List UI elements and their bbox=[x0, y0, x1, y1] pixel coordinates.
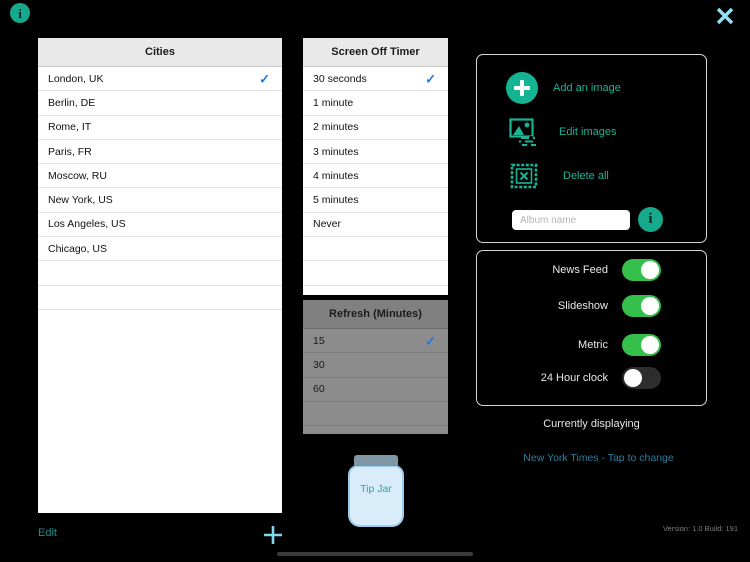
delete-all-label: Delete all bbox=[563, 170, 609, 182]
tip-jar-button[interactable]: Tip Jar bbox=[345, 455, 407, 527]
info-icon-glyph: i bbox=[18, 5, 22, 21]
toggle-row-metric: Metric bbox=[477, 332, 706, 358]
city-row-label: Chicago, US bbox=[48, 242, 107, 255]
toggle-knob bbox=[624, 369, 642, 387]
delete-all-button[interactable]: Delete all bbox=[507, 159, 609, 193]
tip-jar-label: Tip Jar bbox=[360, 483, 392, 495]
version-label: Version: 1.0 Build: 191 bbox=[662, 524, 738, 533]
refresh-option-row-label: 15 bbox=[313, 334, 325, 347]
refresh-option-row[interactable]: 60 bbox=[303, 378, 448, 402]
city-row[interactable]: Los Angeles, US bbox=[38, 213, 282, 238]
timer-option-row[interactable]: 2 minutes bbox=[303, 116, 448, 140]
cities-panel-title: Cities bbox=[38, 38, 282, 67]
city-row[interactable]: Moscow, RU bbox=[38, 164, 282, 189]
refresh-minutes-list: 15 ✓ 30 60 bbox=[303, 329, 448, 434]
checkmark-icon: ✓ bbox=[259, 71, 270, 87]
edit-images-button[interactable]: Edit images bbox=[507, 115, 616, 149]
toggle-row-24-hour-clock: 24 Hour clock bbox=[477, 365, 706, 391]
timer-option-row-label: 3 minutes bbox=[313, 145, 359, 158]
city-row[interactable]: Berlin, DE bbox=[38, 91, 282, 116]
city-row[interactable]: London, UK ✓ bbox=[38, 67, 282, 92]
city-row[interactable]: Rome, IT bbox=[38, 116, 282, 140]
settings-screen: i Cities London, UK ✓ Berlin, DE Rome, IT Pa… bbox=[0, 0, 750, 562]
edit-cities-button[interactable]: Edit bbox=[38, 527, 57, 539]
refresh-option-row-label: 60 bbox=[313, 383, 325, 396]
timer-option-row-label: 2 minutes bbox=[313, 121, 359, 134]
toggle-knob bbox=[641, 297, 659, 315]
refresh-option-row[interactable]: 30 bbox=[303, 353, 448, 378]
toggle-switch[interactable] bbox=[622, 259, 661, 281]
timer-option-empty-row bbox=[303, 237, 448, 262]
add-an-image-button[interactable]: Add an image bbox=[505, 71, 621, 105]
toggle-knob bbox=[641, 261, 659, 279]
close-icon[interactable] bbox=[712, 3, 738, 29]
album-info-icon[interactable]: i bbox=[638, 207, 663, 232]
tip-jar-body bbox=[348, 465, 404, 527]
toggle-row-slideshow: Slideshow bbox=[477, 293, 706, 319]
image-actions-card: Add an image Edit images Delete all Albu… bbox=[476, 54, 707, 243]
city-row-label: Berlin, DE bbox=[48, 96, 96, 109]
toggle-label: 24 Hour clock bbox=[540, 372, 608, 384]
timer-option-row-label: 30 seconds bbox=[313, 72, 367, 85]
plus-circle-icon bbox=[505, 71, 539, 105]
toggle-switch[interactable] bbox=[622, 334, 661, 356]
cities-panel: Cities London, UK ✓ Berlin, DE Rome, IT Pari… bbox=[38, 38, 282, 513]
timer-option-row[interactable]: 5 minutes bbox=[303, 188, 448, 213]
news-feed-change-link[interactable]: New York Times - Tap to change bbox=[476, 452, 721, 464]
refresh-option-row-label: 30 bbox=[313, 358, 325, 371]
screen-off-timer-list: 30 seconds ✓ 1 minute 2 minutes 3 minutes 4 m… bbox=[303, 67, 448, 286]
album-info-icon-glyph: i bbox=[648, 211, 653, 227]
city-row-label: New York, US bbox=[48, 194, 113, 207]
refresh-option-row[interactable]: 15 ✓ bbox=[303, 329, 448, 354]
city-row[interactable]: Chicago, US bbox=[38, 237, 282, 262]
toggle-knob bbox=[641, 336, 659, 354]
refresh-option-empty-row bbox=[303, 426, 448, 434]
feature-toggles-card: News Feed Slideshow Metric 24 Hour clock bbox=[476, 250, 707, 406]
photo-edit-icon bbox=[507, 115, 541, 149]
timer-option-row[interactable]: 30 seconds ✓ bbox=[303, 67, 448, 92]
timer-option-row-label: 1 minute bbox=[313, 96, 354, 109]
refresh-minutes-panel: Refresh (Minutes) 15 ✓ 30 60 bbox=[303, 300, 448, 434]
timer-option-row[interactable]: 1 minute bbox=[303, 91, 448, 116]
timer-option-empty-row bbox=[303, 261, 448, 286]
screen-off-timer-title: Screen Off Timer bbox=[303, 38, 448, 67]
city-empty-row bbox=[38, 261, 282, 286]
screen-off-timer-panel: Screen Off Timer 30 seconds ✓ 1 minute 2 mi… bbox=[303, 38, 448, 295]
timer-option-row-label: 5 minutes bbox=[313, 194, 359, 207]
delete-frame-icon bbox=[507, 159, 541, 193]
city-row[interactable]: New York, US bbox=[38, 188, 282, 213]
city-row-label: Paris, FR bbox=[48, 145, 92, 158]
timer-option-row[interactable]: 4 minutes bbox=[303, 164, 448, 189]
toggle-label: Metric bbox=[578, 339, 608, 351]
city-row-label: Rome, IT bbox=[48, 121, 92, 134]
currently-displaying-label: Currently displaying bbox=[543, 418, 640, 430]
city-row-label: Moscow, RU bbox=[48, 169, 107, 182]
add-city-button[interactable] bbox=[262, 524, 284, 546]
cities-list: London, UK ✓ Berlin, DE Rome, IT Paris, FR Mo… bbox=[38, 67, 282, 310]
album-name-input[interactable] bbox=[512, 210, 630, 230]
refresh-option-empty-row bbox=[303, 402, 448, 427]
toggle-label: News Feed bbox=[552, 264, 608, 276]
city-row[interactable]: Paris, FR bbox=[38, 140, 282, 165]
add-an-image-label: Add an image bbox=[553, 82, 621, 94]
toggle-switch[interactable] bbox=[622, 367, 661, 389]
edit-images-label: Edit images bbox=[559, 126, 617, 138]
city-empty-row bbox=[38, 286, 282, 310]
tip-jar-lid bbox=[354, 455, 398, 466]
checkmark-icon: ✓ bbox=[425, 71, 436, 87]
timer-option-row[interactable]: 3 minutes bbox=[303, 140, 448, 165]
toggle-row-news-feed: News Feed bbox=[477, 257, 706, 283]
timer-option-row-label: 4 minutes bbox=[313, 169, 359, 182]
checkmark-icon: ✓ bbox=[425, 333, 436, 349]
city-row-label: London, UK bbox=[48, 72, 104, 85]
home-indicator[interactable] bbox=[277, 552, 473, 556]
toggle-label: Slideshow bbox=[557, 300, 608, 312]
info-icon[interactable]: i bbox=[10, 3, 30, 23]
refresh-minutes-title: Refresh (Minutes) bbox=[303, 300, 448, 329]
timer-option-row[interactable]: Never bbox=[303, 213, 448, 238]
timer-option-row-label: Never bbox=[313, 218, 342, 231]
city-row-label: Los Angeles, US bbox=[48, 218, 126, 231]
toggle-switch[interactable] bbox=[622, 295, 661, 317]
